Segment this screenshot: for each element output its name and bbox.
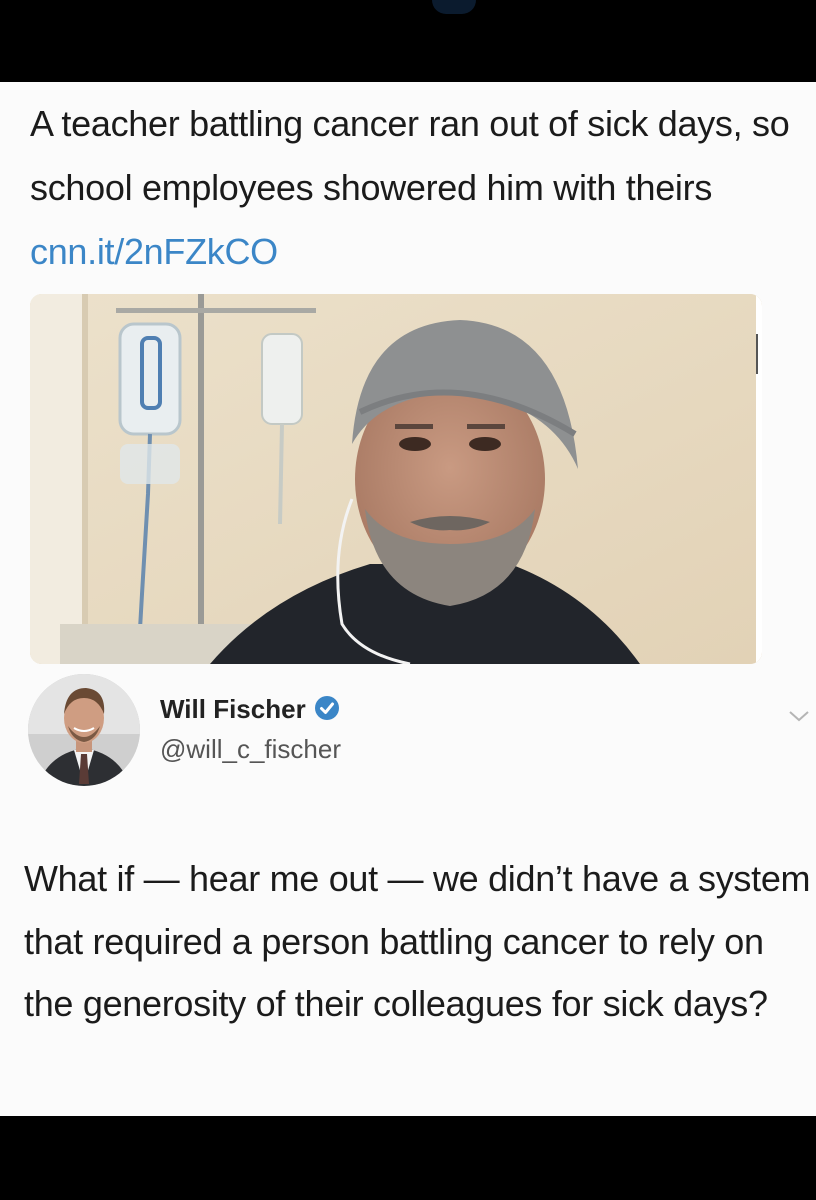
top-black-bar: [0, 0, 816, 82]
news-headline: A teacher battling cancer ran out of sic…: [30, 92, 800, 284]
avatar[interactable]: [28, 674, 140, 786]
avatar-image: [28, 674, 140, 786]
chevron-down-icon[interactable]: [786, 706, 812, 726]
tweet-text: What if — hear me out — we didn’t have a…: [24, 858, 811, 1024]
screenshot-page: A teacher battling cancer ran out of sic…: [0, 0, 816, 1200]
tweet-author: Will Fischer @will_c_fischer: [22, 674, 812, 804]
author-name: Will Fischer: [160, 694, 306, 724]
headline-link[interactable]: cnn.it/2nFZkCO: [30, 231, 278, 272]
news-photo[interactable]: [30, 294, 762, 664]
top-notch: [432, 0, 476, 14]
verified-badge-icon: [314, 695, 340, 728]
author-name-row[interactable]: Will Fischer: [160, 694, 340, 728]
tweet-card: A teacher battling cancer ran out of sic…: [0, 82, 816, 1116]
bottom-black-bar: [0, 1116, 816, 1200]
headline-text: A teacher battling cancer ran out of sic…: [30, 103, 790, 208]
news-photo-image: [30, 294, 762, 664]
author-handle[interactable]: @will_c_fischer: [160, 734, 341, 765]
